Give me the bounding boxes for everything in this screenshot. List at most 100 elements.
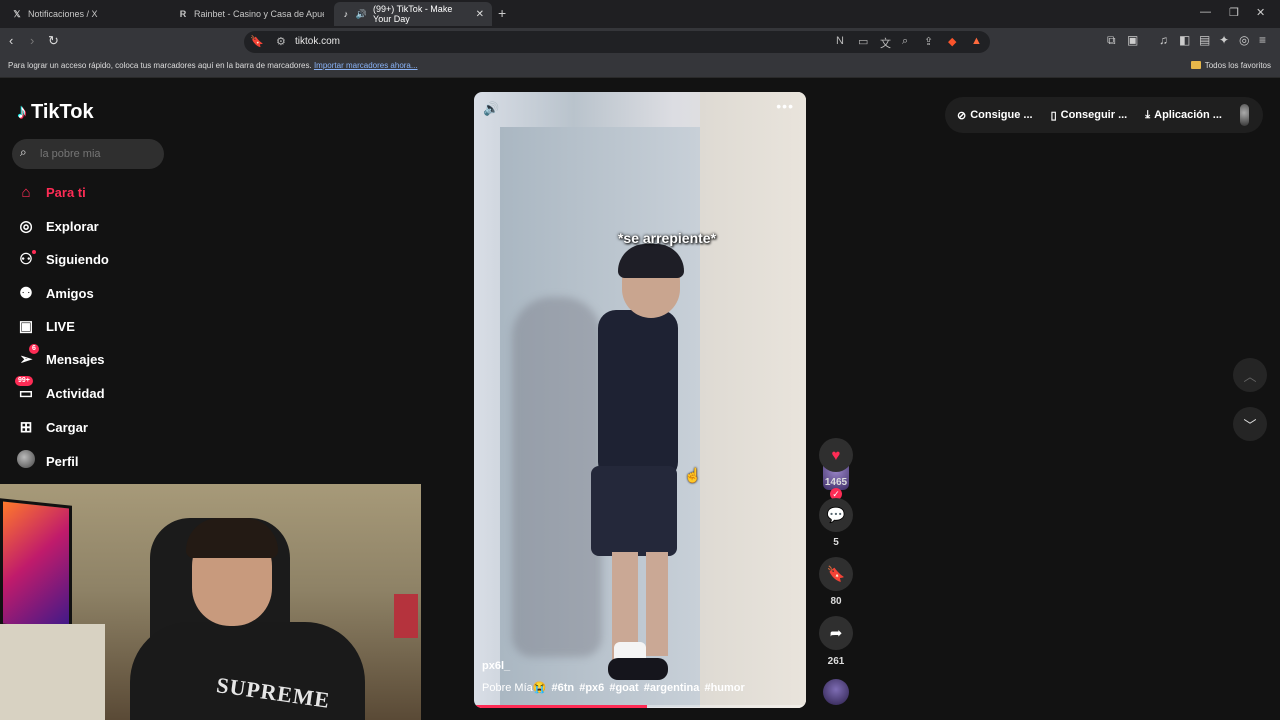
share-icon[interactable]: ⇪ bbox=[924, 35, 933, 48]
hashtag-link[interactable]: #argentina bbox=[644, 682, 700, 694]
more-options-icon[interactable]: ••• bbox=[776, 98, 794, 114]
wallet-icon[interactable]: ▤ bbox=[1199, 33, 1210, 47]
sidebar-item-label: Mensajes bbox=[46, 351, 105, 367]
rainbet-icon: R bbox=[179, 9, 187, 19]
video-person-shorts bbox=[591, 466, 677, 556]
brave-shield-icon[interactable]: ◆ bbox=[948, 35, 956, 48]
comment-count: 5 bbox=[833, 537, 839, 548]
translate-icon[interactable]: 文 bbox=[880, 35, 891, 51]
url-text[interactable]: tiktok.com bbox=[295, 36, 340, 47]
video-progress-bar[interactable] bbox=[474, 705, 806, 708]
sidebar-item-siguiendo[interactable]: ⚇ Siguiendo bbox=[17, 245, 109, 273]
sidebar-item-live[interactable]: ▣ LIVE bbox=[17, 312, 75, 340]
webcam-desk bbox=[0, 624, 105, 720]
sidebar-item-amigos[interactable]: ⚉ Amigos bbox=[17, 279, 93, 307]
tiktok-logo[interactable]: ♪ TikTok bbox=[17, 101, 94, 124]
cast-icon[interactable]: ▭ bbox=[858, 35, 868, 48]
profile-avatar bbox=[17, 450, 35, 472]
hashtag-link[interactable]: #goat bbox=[609, 682, 638, 694]
new-tab-button[interactable]: + bbox=[498, 5, 506, 21]
reader-icon[interactable]: N bbox=[836, 35, 844, 47]
browser-nav-bar: ‹ › ↻ 🔖 ⚙ tiktok.com N ▭ 文 ⌕ ⇪ ◆ ▲ ⧉ ▣ ♫… bbox=[0, 28, 1280, 56]
forward-icon[interactable]: › bbox=[30, 33, 34, 48]
live-icon: ▣ bbox=[18, 318, 34, 335]
close-window-icon[interactable]: ✕ bbox=[1256, 6, 1265, 19]
minimize-icon[interactable]: — bbox=[1200, 6, 1211, 18]
user-avatar[interactable] bbox=[1239, 104, 1249, 126]
screenshot-icon[interactable]: ▣ bbox=[1127, 33, 1138, 47]
share-count: 261 bbox=[827, 656, 845, 667]
get-app-button[interactable]: ▯ Conseguir ... bbox=[1051, 109, 1128, 122]
sidebar-item-para-ti[interactable]: ⌂ Para ti bbox=[17, 178, 85, 206]
activity-badge: 99+ bbox=[15, 376, 33, 386]
search-icon[interactable]: ⌕ bbox=[20, 145, 27, 160]
import-bookmarks-link[interactable]: Importar marcadores ahora... bbox=[314, 61, 418, 70]
hashtag-link[interactable]: #px6 bbox=[579, 682, 604, 694]
menu-icon[interactable]: ≡ bbox=[1259, 33, 1266, 47]
coins-button[interactable]: ⊘ Consigue ... bbox=[957, 109, 1033, 122]
search-box[interactable]: ⌕ bbox=[12, 139, 164, 169]
tab-tiktok[interactable]: ♪ 🔊 (99+) TikTok - Make Your Day ✕ bbox=[334, 2, 492, 26]
sidebar-item-explorar[interactable]: ◎ Explorar bbox=[17, 212, 98, 240]
all-bookmarks-button[interactable]: Todos los favoritos bbox=[1190, 61, 1271, 70]
share-button[interactable]: ➦ bbox=[819, 616, 853, 650]
reload-icon[interactable]: ↻ bbox=[48, 33, 59, 49]
previous-video-button[interactable]: ︿ bbox=[1233, 358, 1267, 392]
sidebar-item-mensajes[interactable]: ➢ 6 Mensajes bbox=[17, 344, 105, 373]
home-icon: ⌂ bbox=[21, 183, 31, 201]
media-icon[interactable]: ♫ bbox=[1159, 33, 1168, 47]
bookmark-icon[interactable]: 🔖 bbox=[250, 35, 264, 48]
webcam-person-hair bbox=[186, 518, 278, 558]
top-right-nav: ⊘ Consigue ... ▯ Conseguir ... ⤓ Aplicación… bbox=[945, 97, 1263, 133]
extensions-icon[interactable]: ⧉ bbox=[1107, 33, 1116, 48]
hashtag-link[interactable]: #6tn bbox=[552, 682, 575, 694]
video-player[interactable]: *se arrepiente* 🔊 ••• px6l_ Pobre Mía😭 #… bbox=[474, 92, 806, 708]
webcam-box bbox=[394, 594, 418, 638]
tab-rainbet[interactable]: R Rainbet - Casino y Casa de Apuestas bbox=[170, 2, 334, 26]
compass-icon: ◎ bbox=[19, 218, 33, 235]
sidebar-item-label: LIVE bbox=[46, 318, 75, 334]
tab-label: (99+) TikTok - Make Your Day bbox=[373, 4, 453, 24]
tab-x-notifications[interactable]: 𝕏 Notificaciones / X bbox=[4, 2, 168, 26]
hashtag-link[interactable]: #humor bbox=[704, 682, 744, 694]
video-person-body bbox=[598, 310, 678, 480]
description-text: Pobre Mía😭 bbox=[482, 682, 547, 694]
save-count: 80 bbox=[830, 596, 842, 607]
music-disc-icon[interactable] bbox=[823, 679, 849, 705]
messages-badge: 6 bbox=[29, 344, 39, 354]
upload-icon: ⊞ bbox=[19, 419, 33, 436]
video-author[interactable]: px6l_ bbox=[482, 660, 510, 672]
sidebar-item-perfil[interactable]: Perfil bbox=[17, 447, 79, 475]
restore-icon[interactable]: ❐ bbox=[1229, 6, 1239, 19]
like-count: 1465 bbox=[824, 477, 848, 488]
next-video-button[interactable]: ﹀ bbox=[1233, 407, 1267, 441]
back-icon[interactable]: ‹ bbox=[9, 33, 13, 48]
download-app-button[interactable]: ⤓ Aplicación ... bbox=[1145, 109, 1222, 122]
address-bar[interactable]: 🔖 ⚙ tiktok.com N ▭ 文 ⌕ ⇪ ◆ ▲ bbox=[244, 31, 990, 53]
site-settings-icon[interactable]: ⚙ bbox=[276, 35, 286, 48]
tiktok-page: ♪ TikTok ⌕ ⌂ Para ti ◎ Explorar ⚇ Siguie… bbox=[0, 79, 1280, 720]
following-icon: ⚇ bbox=[17, 250, 36, 268]
zoom-icon[interactable]: ⌕ bbox=[902, 35, 908, 48]
comment-button[interactable]: 💬 bbox=[819, 498, 853, 532]
logo-text: TikTok bbox=[31, 101, 94, 123]
leo-ai-icon[interactable]: ✦ bbox=[1219, 33, 1229, 47]
save-button[interactable]: 🔖 bbox=[819, 557, 853, 591]
rewards-icon[interactable]: ▲ bbox=[971, 35, 982, 47]
mouse-cursor-icon: ☝ bbox=[684, 467, 702, 483]
sidebar-icon[interactable]: ◧ bbox=[1179, 33, 1190, 47]
video-wall bbox=[700, 92, 806, 708]
volume-icon[interactable]: 🔊 bbox=[483, 101, 499, 117]
chevron-up-icon: ︿ bbox=[1243, 368, 1257, 384]
search-input[interactable] bbox=[40, 145, 158, 163]
video-progress-fill bbox=[474, 705, 647, 708]
vpn-icon[interactable]: ◎ bbox=[1239, 33, 1249, 47]
tab-label: Rainbet - Casino y Casa de Apuestas bbox=[194, 9, 324, 19]
sidebar-item-cargar[interactable]: ⊞ Cargar bbox=[17, 413, 88, 441]
close-tab-icon[interactable]: ✕ bbox=[476, 9, 484, 20]
sidebar-item-actividad[interactable]: ▭ 99+ Actividad bbox=[15, 376, 105, 407]
browser-tab-bar: 𝕏 Notificaciones / X R Rainbet - Casino … bbox=[0, 0, 1280, 28]
video-shadow bbox=[512, 297, 602, 657]
sidebar-item-label: Actividad bbox=[46, 385, 105, 401]
like-button[interactable]: ♥ bbox=[819, 438, 853, 472]
